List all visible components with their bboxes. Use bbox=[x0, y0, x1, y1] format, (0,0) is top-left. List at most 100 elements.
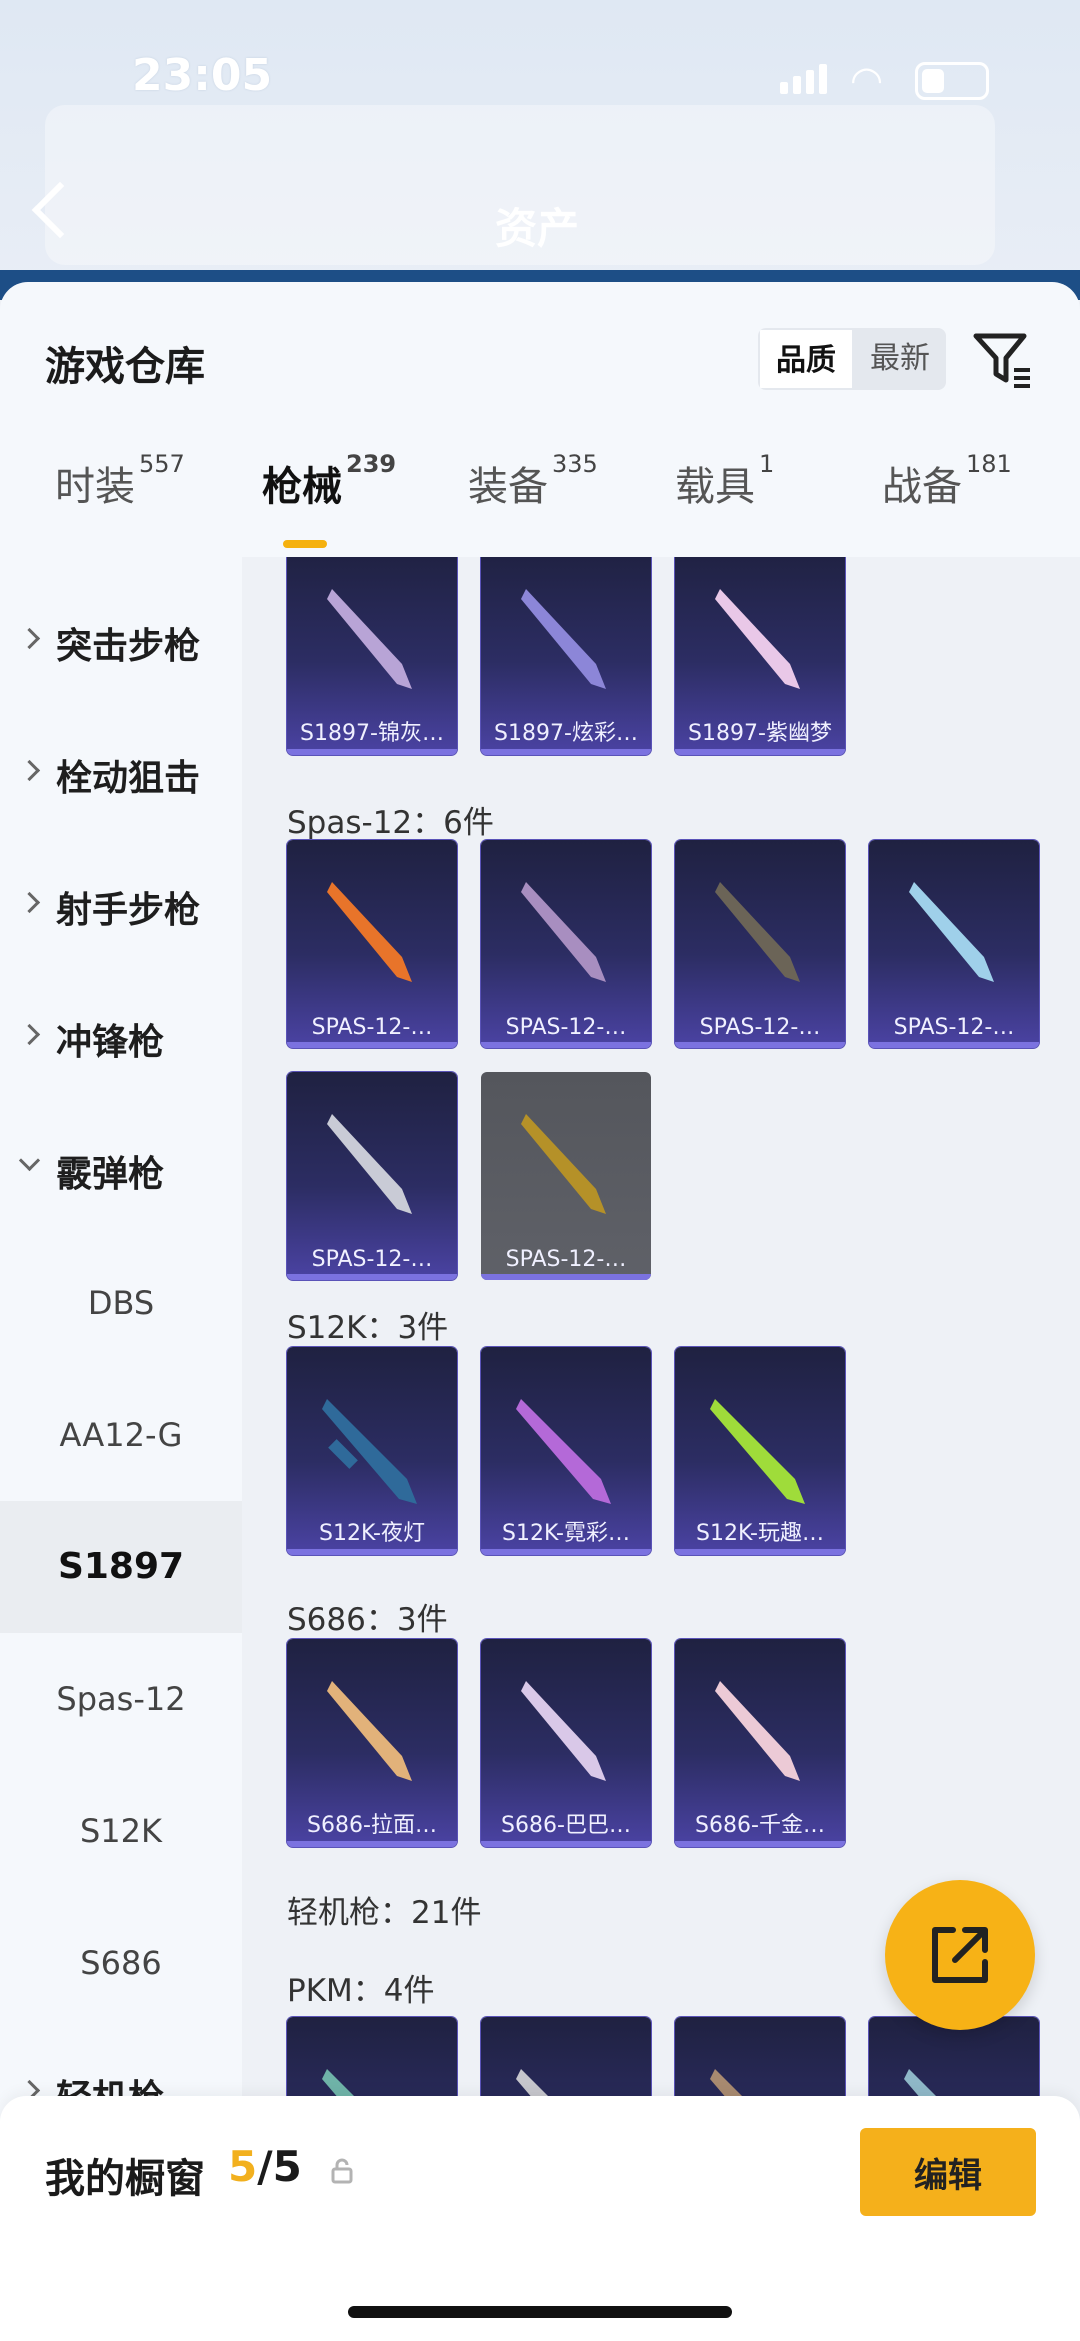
tab-label: 装备 bbox=[468, 464, 548, 510]
item-name: S1897-紫幽梦 bbox=[688, 721, 832, 746]
shotgun-icon bbox=[521, 1114, 606, 1214]
showcase-label: 我的橱窗 bbox=[45, 2156, 205, 2202]
sort-latest-button[interactable]: 最新 bbox=[854, 328, 946, 390]
rarity-bar bbox=[287, 1841, 457, 1847]
item-card[interactable]: SPAS-12-… bbox=[481, 1072, 651, 1280]
item-card[interactable]: SPAS-12-… bbox=[869, 840, 1039, 1048]
nav-shotgun[interactable]: 霰弹枪 bbox=[0, 1105, 242, 1237]
item-card[interactable]: S686-巴巴… bbox=[481, 1639, 651, 1847]
rarity-bar bbox=[675, 1042, 845, 1048]
rarity-bar bbox=[481, 1841, 651, 1847]
item-name: S1897-炫彩… bbox=[494, 721, 638, 746]
shotgun-icon bbox=[521, 1681, 606, 1781]
shotgun-icon bbox=[715, 882, 800, 982]
item-name: S12K-霓彩… bbox=[501, 1521, 630, 1546]
tab-outfits[interactable]: 时装 557 bbox=[55, 450, 185, 512]
edit-button[interactable]: 编辑 bbox=[860, 2128, 1036, 2216]
chevron-right-icon bbox=[18, 759, 41, 782]
section-header-spas12: Spas-12：6件 bbox=[287, 805, 494, 841]
sort-toggle: 品质 最新 bbox=[758, 328, 946, 390]
item-name: SPAS-12-… bbox=[505, 1015, 627, 1040]
item-card[interactable]: SPAS-12-… bbox=[287, 840, 457, 1048]
showcase-count-current: 5 bbox=[228, 2142, 258, 2191]
item-card[interactable]: S1897-锦灰… bbox=[287, 557, 457, 755]
item-card[interactable]: SPAS-12-… bbox=[675, 840, 845, 1048]
category-tabs: 时装 557 枪械 239 装备 335 载具 1 战备 181 bbox=[0, 450, 1080, 554]
tab-equipment[interactable]: 装备 335 bbox=[468, 450, 598, 512]
sheet-title: 游戏仓库 bbox=[45, 344, 205, 390]
shotgun-icon bbox=[327, 589, 412, 689]
section-header-lmg: 轻机枪：21件 bbox=[287, 1895, 482, 1931]
tab-label: 战备 bbox=[882, 464, 962, 510]
nav-label: 射手步枪 bbox=[56, 890, 201, 931]
item-card[interactable]: S1897-炫彩… bbox=[481, 557, 651, 755]
tab-count: 181 bbox=[966, 450, 1012, 478]
nav-bolt-sniper[interactable]: 栓动狙击 bbox=[0, 709, 242, 841]
rifle-icon bbox=[710, 1399, 805, 1504]
shotgun-icon bbox=[715, 1681, 800, 1781]
rifle-icon bbox=[322, 1399, 417, 1504]
item-name: S1897-锦灰… bbox=[300, 721, 444, 746]
tab-active-indicator bbox=[283, 540, 327, 548]
nav-label: 冲锋枪 bbox=[56, 1022, 165, 1063]
section-header-s12k: S12K：3件 bbox=[287, 1310, 449, 1346]
shotgun-icon bbox=[521, 589, 606, 689]
nav-assault-rifle[interactable]: 突击步枪 bbox=[0, 577, 242, 709]
item-card[interactable]: S686-千金… bbox=[675, 1639, 845, 1847]
nav-smg[interactable]: 冲锋枪 bbox=[0, 973, 242, 1105]
tab-label: 时装 bbox=[55, 464, 135, 510]
shotgun-icon bbox=[909, 882, 994, 982]
tab-count: 239 bbox=[346, 450, 397, 478]
rarity-bar bbox=[287, 1042, 457, 1048]
nav-sub-s1897[interactable]: S1897 bbox=[0, 1501, 242, 1633]
battery-icon bbox=[915, 62, 989, 100]
wifi-icon: ◠ bbox=[850, 58, 884, 102]
nav-marksman-rifle[interactable]: 射手步枪 bbox=[0, 841, 242, 973]
item-card[interactable]: S686-拉面… bbox=[287, 1639, 457, 1847]
tab-label: 枪械 bbox=[262, 464, 342, 510]
rarity-bar bbox=[481, 749, 651, 755]
rarity-bar bbox=[675, 1841, 845, 1847]
rarity-bar bbox=[481, 1274, 651, 1280]
rarity-bar bbox=[675, 1549, 845, 1555]
nav-sub-dbs[interactable]: DBS bbox=[0, 1237, 242, 1369]
item-card[interactable]: SPAS-12-… bbox=[287, 1072, 457, 1280]
item-card[interactable]: S1897-紫幽梦 bbox=[675, 557, 845, 755]
rarity-bar bbox=[287, 749, 457, 755]
tab-label: 载具 bbox=[675, 464, 755, 510]
item-name: S686-千金… bbox=[695, 1813, 825, 1838]
nav-sub-aa12g[interactable]: AA12-G bbox=[0, 1369, 242, 1501]
item-card[interactable]: SPAS-12-… bbox=[481, 840, 651, 1048]
showcase-bar: 我的橱窗 5/5 编辑 bbox=[0, 2096, 1080, 2341]
nav-label: 霰弹枪 bbox=[56, 1154, 165, 1195]
tab-count: 335 bbox=[552, 450, 598, 478]
item-card[interactable]: S12K-夜灯 bbox=[287, 1347, 457, 1555]
filter-icon[interactable] bbox=[970, 328, 1034, 392]
section-header-pkm: PKM：4件 bbox=[287, 1973, 435, 2009]
item-name: SPAS-12-… bbox=[505, 1247, 627, 1272]
signal-icon bbox=[780, 64, 827, 94]
lock-icon[interactable] bbox=[330, 2158, 354, 2184]
item-card[interactable]: S12K-霓彩… bbox=[481, 1347, 651, 1555]
home-indicator bbox=[348, 2306, 732, 2318]
nav-sub-spas12[interactable]: Spas-12 bbox=[0, 1633, 242, 1765]
rarity-bar bbox=[287, 1549, 457, 1555]
nav-label: 突击步枪 bbox=[56, 626, 201, 667]
nav-sub-s686[interactable]: S686 bbox=[0, 1897, 242, 2029]
item-name: S686-拉面… bbox=[307, 1813, 437, 1838]
nav-sub-s12k[interactable]: S12K bbox=[0, 1765, 242, 1897]
nav-label: 栓动狙击 bbox=[56, 758, 201, 799]
rarity-bar bbox=[675, 749, 845, 755]
item-name: SPAS-12-… bbox=[311, 1015, 433, 1040]
tab-vehicles[interactable]: 载具 1 bbox=[675, 450, 774, 512]
tab-count: 557 bbox=[139, 450, 185, 478]
item-name: S686-巴巴… bbox=[501, 1813, 631, 1838]
share-button[interactable] bbox=[885, 1880, 1035, 2030]
item-card[interactable]: S12K-玩趣… bbox=[675, 1347, 845, 1555]
shotgun-icon bbox=[715, 589, 800, 689]
sort-quality-button[interactable]: 品质 bbox=[758, 328, 854, 390]
chevron-right-icon bbox=[18, 627, 41, 650]
tab-supplies[interactable]: 战备 181 bbox=[882, 450, 1012, 512]
rarity-bar bbox=[481, 1549, 651, 1555]
tab-firearms[interactable]: 枪械 239 bbox=[262, 450, 396, 512]
